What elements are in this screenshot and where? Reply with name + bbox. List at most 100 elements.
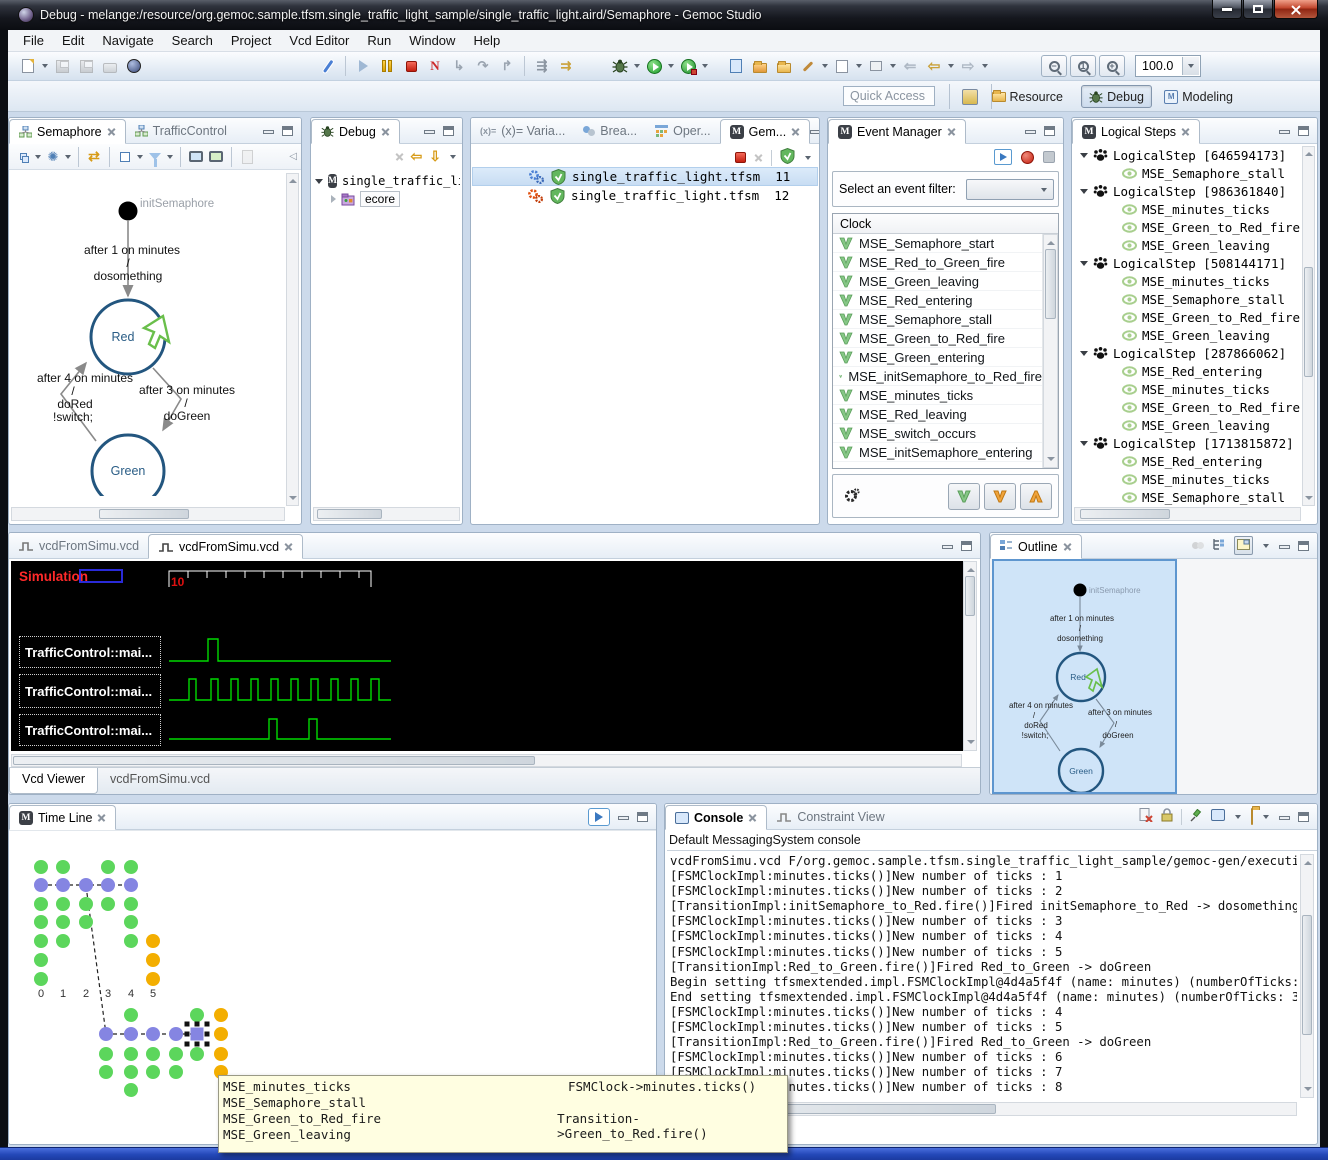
expanded-icon[interactable] <box>1080 261 1088 266</box>
tab-vcd-inactive[interactable]: vcdFromSimu.vcd <box>9 533 148 558</box>
coverage-dropdown-icon[interactable] <box>702 64 708 68</box>
mse-event-row[interactable]: MSE_Green_leaving <box>1074 326 1301 344</box>
menu-project[interactable]: Project <box>222 31 280 50</box>
clock-row[interactable]: MSE_Red_entering <box>833 291 1042 310</box>
stop-engine-icon[interactable] <box>735 152 746 163</box>
step-back-icon[interactable]: ⇦ <box>411 148 423 165</box>
timeline-event-dot[interactable] <box>124 934 138 948</box>
maximize-view-icon[interactable] <box>1298 126 1309 136</box>
timeline-event-dot[interactable] <box>99 1047 113 1061</box>
clock-row[interactable]: MSE_Semaphore_start <box>833 234 1042 253</box>
view-menu-icon[interactable] <box>450 155 456 159</box>
transition1-guard[interactable]: after 1 on minutes <box>84 243 180 257</box>
maximize-view-icon[interactable] <box>443 126 454 136</box>
timeline-event-dot[interactable] <box>56 878 70 892</box>
timeline-event-dot[interactable] <box>79 878 93 892</box>
annotate-dropdown-icon[interactable] <box>822 64 828 68</box>
filter-icon[interactable] <box>146 148 164 166</box>
minimize-view-icon[interactable] <box>263 130 274 134</box>
step-into-icon[interactable]: ↳ <box>449 56 469 76</box>
switch-decider-icon[interactable] <box>780 148 795 167</box>
timeline-event-dot[interactable] <box>34 934 48 948</box>
display-console-icon[interactable] <box>1211 809 1225 824</box>
console-vscrollbar[interactable] <box>1300 854 1314 1098</box>
timeline-event-dot[interactable] <box>34 860 48 874</box>
step-return-icon[interactable]: ↱ <box>497 56 517 76</box>
forbid-clock-button[interactable] <box>1020 483 1052 510</box>
open-console-icon[interactable] <box>1251 809 1253 824</box>
timeline-event-dot[interactable] <box>214 1047 228 1061</box>
pin-console-icon[interactable] <box>1190 809 1203 825</box>
play-timeline-icon[interactable] <box>588 808 610 826</box>
timeline-event-dot[interactable] <box>124 1065 138 1079</box>
timeline-event-dot[interactable] <box>124 878 138 892</box>
tab-variables[interactable]: (x)=(x)= Varia... <box>471 118 574 143</box>
run-launch-icon[interactable] <box>644 56 664 76</box>
menu-vcd-editor[interactable]: Vcd Editor <box>280 31 358 50</box>
select-mode-icon[interactable]: ✺ <box>44 148 62 166</box>
timeline-event-dot[interactable] <box>169 1065 183 1079</box>
engine-row[interactable]: single_traffic_light.tfsm 12 <box>472 186 818 205</box>
close-tab-icon[interactable] <box>381 127 390 136</box>
timeline-event-dot[interactable] <box>124 1083 138 1097</box>
transition2-action1[interactable]: doRed <box>57 397 92 411</box>
clock-row[interactable]: MSE_initSemaphore_entering <box>833 443 1042 462</box>
timeline-event-dot[interactable] <box>56 934 70 948</box>
timeline-event-dot[interactable] <box>79 915 93 929</box>
minimize-view-icon[interactable] <box>942 545 953 549</box>
vcd-signal-label[interactable]: TrafficControl::mai... <box>19 714 161 746</box>
close-tab-icon[interactable] <box>748 813 757 822</box>
debug-tree-child[interactable]: ecore <box>315 190 460 208</box>
timeline-event-dot[interactable] <box>124 1027 138 1041</box>
timeline-event-dot[interactable] <box>146 953 160 967</box>
force-clock-green-button[interactable] <box>948 483 980 510</box>
timeline-event-dot[interactable] <box>146 1065 160 1079</box>
timeline-event-dot[interactable] <box>34 915 48 929</box>
zoom-in-icon[interactable]: + <box>1099 55 1125 77</box>
mse-event-row[interactable]: MSE_Green_to_Red_fire <box>1074 308 1301 326</box>
mse-event-row[interactable]: MSE_Green_to_Red_fire <box>1074 218 1301 236</box>
suspend-icon[interactable] <box>377 56 397 76</box>
open-folder-icon[interactable] <box>774 56 794 76</box>
clear-console-icon[interactable] <box>1139 808 1153 825</box>
timeline-event-dot[interactable] <box>99 1027 113 1041</box>
transition2-guard[interactable]: after 4 on minutes <box>37 371 133 385</box>
minimize-view-icon[interactable] <box>1279 130 1290 134</box>
menu-file[interactable]: File <box>14 31 53 50</box>
timeline-event-dot[interactable] <box>34 878 48 892</box>
minimize-view-icon[interactable] <box>1025 130 1036 134</box>
timeline-event-dot[interactable] <box>101 860 115 874</box>
link-editor-icon[interactable] <box>1192 542 1204 549</box>
show-skipped-icon[interactable]: ⇶ <box>532 56 552 76</box>
clock-row[interactable]: MSE_switch_occurs <box>833 424 1042 443</box>
perspective-modeling[interactable]: MModeling <box>1157 85 1240 108</box>
steps-hscrollbar[interactable] <box>1074 507 1301 521</box>
event-filter-combo[interactable] <box>966 179 1054 200</box>
decider-dropdown-icon[interactable] <box>805 156 811 160</box>
step-forward-icon[interactable]: ⇩ <box>429 148 441 165</box>
timeline-event-dot[interactable] <box>214 1027 228 1041</box>
mse-event-row[interactable]: MSE_minutes_ticks <box>1074 200 1301 218</box>
scroll-lock-icon[interactable] <box>1161 808 1173 825</box>
back-dropdown-icon[interactable] <box>948 64 954 68</box>
menu-window[interactable]: Window <box>400 31 464 50</box>
tab-console[interactable]: Console <box>665 805 767 830</box>
tab-vcd-active[interactable]: vcdFromSimu.vcd <box>148 534 303 559</box>
tab-outline[interactable]: Outline <box>990 534 1082 559</box>
steps-vscrollbar[interactable] <box>1302 146 1315 506</box>
tab-event-manager[interactable]: MEvent Manager <box>828 119 966 144</box>
annotate-icon[interactable] <box>798 56 818 76</box>
new-gemoc-project-icon[interactable] <box>726 56 746 76</box>
open-projects-icon[interactable] <box>750 56 770 76</box>
transition3-guard[interactable]: after 3 on minutes <box>139 383 235 397</box>
step-over-icon[interactable]: ↷ <box>473 56 493 76</box>
expanded-icon[interactable] <box>1080 351 1088 356</box>
export-image-icon[interactable] <box>187 148 205 166</box>
timeline-event-dot[interactable] <box>146 1047 160 1061</box>
timeline-event-dot[interactable] <box>124 1047 138 1061</box>
mse-event-row[interactable]: MSE_Green_leaving <box>1074 416 1301 434</box>
timeline-event-dot[interactable] <box>99 1065 113 1079</box>
state-machine-diagram[interactable]: initSemaphore after 1 on minutes / dosom… <box>11 170 287 496</box>
open-console-dropdown-icon[interactable] <box>1263 815 1269 819</box>
terminate-icon[interactable] <box>401 56 421 76</box>
